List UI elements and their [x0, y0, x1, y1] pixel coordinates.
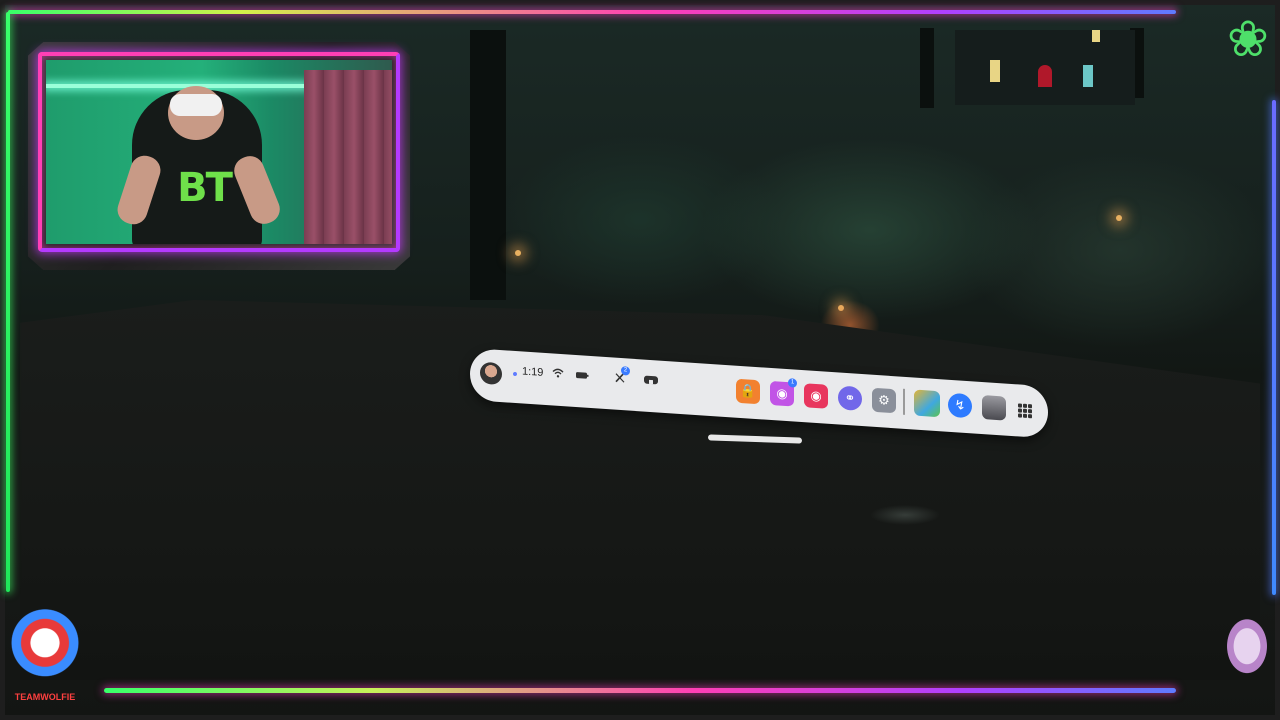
- profile-avatar-icon[interactable]: [480, 361, 502, 386]
- ground-platform: [20, 300, 1260, 680]
- store-app-icon[interactable]: 🔒: [736, 378, 760, 405]
- wolf-logo-text: TEAMWOLFIE: [14, 692, 76, 702]
- vr-headset: [170, 94, 222, 116]
- house-window: [1083, 65, 1093, 87]
- quick-action-badge: 2: [621, 366, 630, 376]
- people-app-badge: 1: [788, 378, 797, 388]
- neon-border-right: [1272, 100, 1276, 595]
- house-window: [990, 60, 1000, 82]
- browser-app-icon[interactable]: ⚭: [838, 385, 862, 412]
- tree-trunk: [470, 30, 506, 300]
- ground-reflection: [870, 505, 940, 525]
- camera-app-icon[interactable]: ◉: [804, 383, 828, 409]
- curtain: [304, 70, 392, 244]
- settings-app-icon[interactable]: ⚙: [872, 387, 896, 414]
- neon-border-top: [8, 10, 1176, 14]
- messenger-app-icon[interactable]: ↯: [948, 392, 972, 419]
- lamp-light: [1116, 215, 1122, 221]
- headset-icon[interactable]: [643, 374, 659, 388]
- app-library-grid-icon[interactable]: [1018, 403, 1032, 419]
- cannabis-leaf-icon: ❀: [1227, 11, 1269, 67]
- lamp-light: [515, 250, 521, 256]
- game-app-icon[interactable]: [914, 389, 940, 418]
- house-window: [1092, 30, 1100, 42]
- clock-time: 1:19: [522, 365, 544, 379]
- wifi-icon[interactable]: [552, 367, 564, 381]
- tree-trunk: [920, 28, 934, 108]
- neon-border-left: [6, 12, 10, 592]
- led-strip: [46, 84, 306, 88]
- notification-dot: [513, 371, 517, 377]
- webcam-feed: BT: [46, 60, 392, 244]
- horizon-app-icon[interactable]: [982, 395, 1006, 421]
- neon-border-bottom: [104, 688, 1176, 693]
- shirt-text: BT: [177, 165, 233, 211]
- battery-icon[interactable]: [575, 370, 589, 384]
- background-house: [955, 30, 1135, 105]
- skull-logo-icon: [1216, 612, 1278, 688]
- menu-separator: [903, 388, 905, 415]
- house-window: [1038, 65, 1052, 87]
